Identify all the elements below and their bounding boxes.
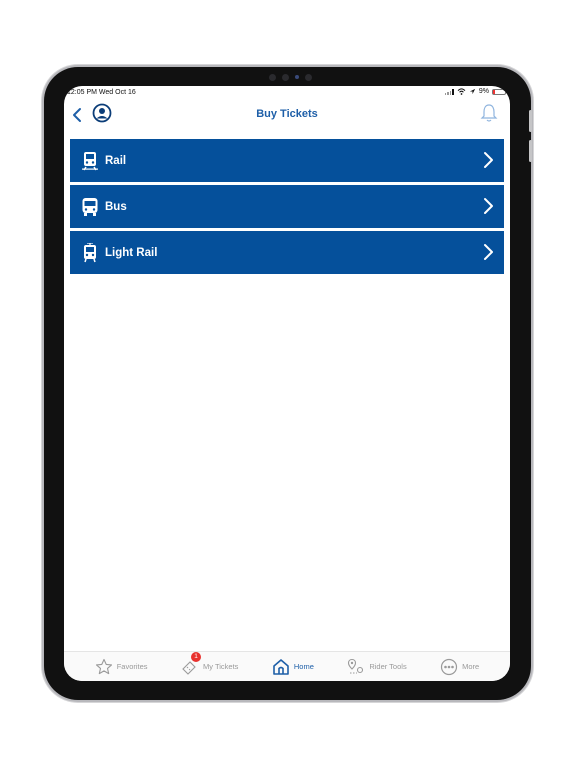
status-bar: 12:05 PM Wed Oct 16 9% xyxy=(64,86,510,100)
notification-badge: 1 xyxy=(191,651,201,662)
tab-label: My Tickets xyxy=(203,662,239,671)
chevron-right-icon xyxy=(484,244,493,260)
status-indicators: 9% xyxy=(444,88,506,95)
signal-icon xyxy=(444,88,454,95)
menu-item-light-rail[interactable]: Light Rail xyxy=(70,231,504,274)
tab-bar: Favorites 1 My Tickets Home Rider Tools … xyxy=(64,651,510,681)
navigation-bar: Buy Tickets xyxy=(64,100,510,136)
camera-dot xyxy=(281,73,289,81)
status-time: 12:05 PM Wed Oct 16 xyxy=(67,89,136,96)
menu-item-bus[interactable]: Bus xyxy=(70,185,504,228)
side-button xyxy=(529,110,532,132)
app-screen: 12:05 PM Wed Oct 16 9% Buy Tickets Rail … xyxy=(64,86,510,681)
tab-label: More xyxy=(462,662,480,671)
light-rail-icon xyxy=(79,242,101,264)
camera-dot xyxy=(304,73,312,81)
location-arrow-icon xyxy=(469,88,475,95)
train-icon xyxy=(79,150,101,172)
battery-icon xyxy=(492,88,506,95)
tab-home[interactable]: Home xyxy=(272,658,314,676)
menu-item-rail[interactable]: Rail xyxy=(70,139,504,182)
home-icon xyxy=(273,658,289,675)
menu-item-label: Bus xyxy=(105,200,127,213)
camera-bar xyxy=(250,72,330,82)
bus-icon xyxy=(79,196,101,218)
chevron-right-icon xyxy=(484,152,493,168)
tab-label: Home xyxy=(293,662,314,671)
ticket-type-list: Rail Bus Light Rail xyxy=(70,139,504,277)
map-pin-icon xyxy=(348,658,364,673)
star-icon xyxy=(95,658,112,674)
battery-percent: 9% xyxy=(478,88,489,95)
tab-label: Rider Tools xyxy=(369,662,407,671)
camera-dot xyxy=(294,75,299,79)
tab-more[interactable]: More xyxy=(440,658,479,676)
tab-label: Favorites xyxy=(116,662,148,671)
menu-item-label: Rail xyxy=(105,154,127,167)
page-title: Buy Tickets xyxy=(256,108,318,120)
tab-favorites[interactable]: Favorites xyxy=(95,658,148,676)
tab-my-tickets[interactable]: 1 My Tickets xyxy=(181,651,239,676)
camera-dot xyxy=(268,73,276,81)
wifi-icon xyxy=(457,88,466,95)
more-icon xyxy=(441,658,458,675)
side-button xyxy=(529,140,532,162)
bell-icon[interactable] xyxy=(480,103,498,123)
tab-rider-tools[interactable]: Rider Tools xyxy=(347,658,407,676)
menu-item-label: Light Rail xyxy=(105,246,158,259)
chevron-right-icon xyxy=(484,198,493,214)
